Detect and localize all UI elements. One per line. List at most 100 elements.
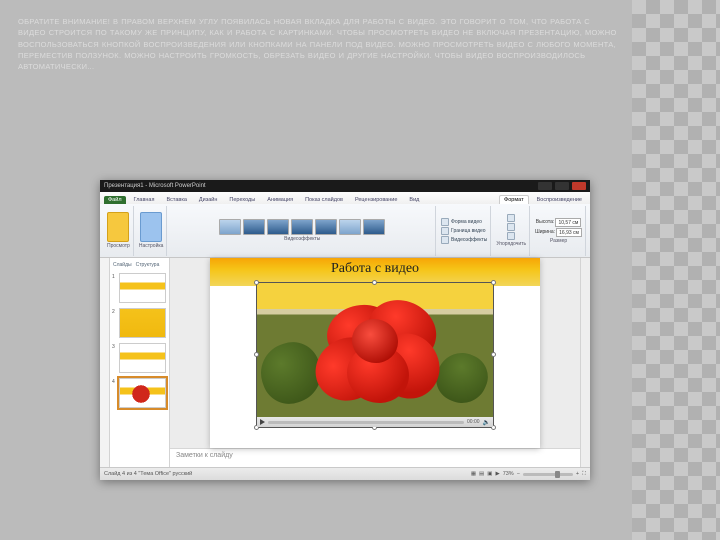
workspace: Слайды Структура 1 2 3 4 Работа с видео [100, 258, 590, 467]
width-value[interactable]: 16,93 см [556, 228, 582, 237]
video-effects-option[interactable]: Видеоэффекты [441, 236, 487, 244]
slide-title: Работа с видео [210, 261, 540, 277]
fit-window-button[interactable]: ⛶ [582, 471, 586, 478]
window-titlebar: Презентация1 - Microsoft PowerPoint [100, 180, 590, 192]
shape-icon [441, 218, 449, 226]
video-style-thumb[interactable] [291, 219, 313, 235]
slide-thumbnail-panel: Слайды Структура 1 2 3 4 [110, 258, 170, 467]
video-progress-track[interactable] [268, 421, 464, 424]
video-style-thumb[interactable] [243, 219, 265, 235]
selection-pane-button[interactable] [507, 232, 515, 240]
notes-placeholder: Заметки к слайду [176, 452, 233, 459]
tab-file[interactable]: Файл [104, 196, 126, 204]
vertical-scrollbar[interactable] [580, 258, 590, 467]
view-reading-icon[interactable]: ▣ [487, 471, 492, 477]
maximize-button[interactable] [555, 182, 569, 190]
group-label-preview: Просмотр [107, 243, 130, 249]
zoom-in-button[interactable]: + [576, 471, 579, 477]
page-pattern-strip [632, 0, 720, 540]
resize-handle[interactable] [254, 352, 259, 357]
height-value[interactable]: 10,57 см [555, 218, 581, 227]
tab-home[interactable]: Главная [130, 196, 159, 204]
width-label: Ширина: [535, 229, 555, 235]
ribbon-group-adjust: Настройка [136, 206, 168, 256]
group-label-adjust: Настройка [139, 243, 164, 249]
view-normal-icon[interactable]: ▦ [471, 471, 476, 477]
height-field[interactable]: Высота: 10,57 см [536, 218, 582, 227]
tab-animation[interactable]: Анимация [263, 196, 297, 204]
resize-handle[interactable] [372, 280, 377, 285]
effects-icon [441, 236, 449, 244]
slide-canvas[interactable]: Работа с видео [170, 258, 580, 448]
video-shape-option[interactable]: Форма видео [441, 218, 487, 226]
status-right: ▦ ▤ ▣ ▶ 73% − + ⛶ [471, 471, 586, 478]
group-label-arrange: Упорядочить [496, 241, 526, 247]
height-label: Высота: [536, 219, 555, 225]
video-poster-image [257, 283, 493, 427]
view-sorter-icon[interactable]: ▤ [479, 471, 484, 477]
send-backward-button[interactable] [507, 223, 515, 231]
selection-icon [507, 232, 515, 240]
slide: Работа с видео [210, 258, 540, 448]
slide-thumb-3[interactable]: 3 [119, 343, 166, 373]
tab-video-playback[interactable]: Воспроизведение [533, 196, 586, 204]
view-slideshow-icon[interactable]: ▶ [495, 471, 499, 477]
play-icon[interactable] [260, 419, 265, 425]
slide-thumb-4[interactable]: 4 [119, 378, 166, 408]
video-style-gallery[interactable] [219, 219, 385, 235]
notes-pane[interactable]: Заметки к слайду [170, 448, 580, 467]
video-controls-bar: 00:00 🔈 [257, 417, 493, 427]
backward-icon [507, 223, 515, 231]
video-object[interactable]: 00:00 🔈 [256, 282, 494, 428]
ribbon-group-size: Высота: 10,57 см Ширина: 16,93 см Размер [532, 206, 586, 256]
status-bar: Слайд 4 из 4 "Тема Office" русский ▦ ▤ ▣… [100, 467, 590, 480]
volume-icon[interactable]: 🔈 [483, 419, 490, 426]
video-style-thumb[interactable] [339, 219, 361, 235]
ribbon-group-preview: Просмотр [104, 206, 134, 256]
group-label-size: Размер [550, 238, 567, 244]
powerpoint-window: Презентация1 - Microsoft PowerPoint Файл… [100, 180, 590, 480]
canvas-wrap: Работа с видео [170, 258, 580, 467]
thumb-tab-slides[interactable]: Слайды [113, 262, 132, 268]
resize-handle[interactable] [491, 280, 496, 285]
zoom-out-button[interactable]: − [517, 471, 520, 477]
zoom-slider[interactable] [523, 473, 573, 476]
tab-view[interactable]: Вид [405, 196, 423, 204]
width-field[interactable]: Ширина: 16,93 см [535, 228, 582, 237]
ribbon: Просмотр Настройка Видеоэффекты Форма ви… [100, 204, 590, 258]
corrections-button[interactable] [140, 212, 162, 242]
tab-video-format[interactable]: Формат [499, 195, 529, 204]
resize-handle[interactable] [254, 280, 259, 285]
video-style-thumb[interactable] [363, 219, 385, 235]
window-controls [538, 182, 586, 190]
tab-insert[interactable]: Вставка [162, 196, 190, 204]
video-style-thumb[interactable] [315, 219, 337, 235]
shape-label: Форма видео [451, 219, 482, 225]
status-left: Слайд 4 из 4 "Тема Office" русский [104, 471, 192, 477]
resize-handle[interactable] [491, 352, 496, 357]
zoom-knob[interactable] [555, 471, 560, 478]
ribbon-tab-row: Файл Главная Вставка Дизайн Переходы Ани… [100, 192, 590, 204]
minimize-button[interactable] [538, 182, 552, 190]
slide-thumb-2[interactable]: 2 [119, 308, 166, 338]
ribbon-group-arrange: Упорядочить [493, 206, 530, 256]
tab-design[interactable]: Дизайн [195, 196, 222, 204]
video-border-option[interactable]: Граница видео [441, 227, 487, 235]
thumb-tab-outline[interactable]: Структура [136, 262, 160, 268]
play-preview-button[interactable] [107, 212, 129, 242]
slide-thumb-1[interactable]: 1 [119, 273, 166, 303]
video-style-thumb[interactable] [267, 219, 289, 235]
ribbon-group-style-options: Форма видео Граница видео Видеоэффекты [438, 206, 491, 256]
border-label: Граница видео [451, 228, 486, 234]
ribbon-group-styles: Видеоэффекты [169, 206, 436, 256]
forward-icon [507, 214, 515, 222]
outline-rail[interactable] [100, 258, 110, 467]
tab-slideshow[interactable]: Показ слайдов [301, 196, 347, 204]
group-label-styles: Видеоэффекты [284, 236, 320, 242]
bring-forward-button[interactable] [507, 214, 515, 222]
video-style-thumb[interactable] [219, 219, 241, 235]
tab-transitions[interactable]: Переходы [225, 196, 259, 204]
tab-review[interactable]: Рецензирование [351, 196, 401, 204]
zoom-value: 73% [503, 471, 514, 477]
close-button[interactable] [572, 182, 586, 190]
